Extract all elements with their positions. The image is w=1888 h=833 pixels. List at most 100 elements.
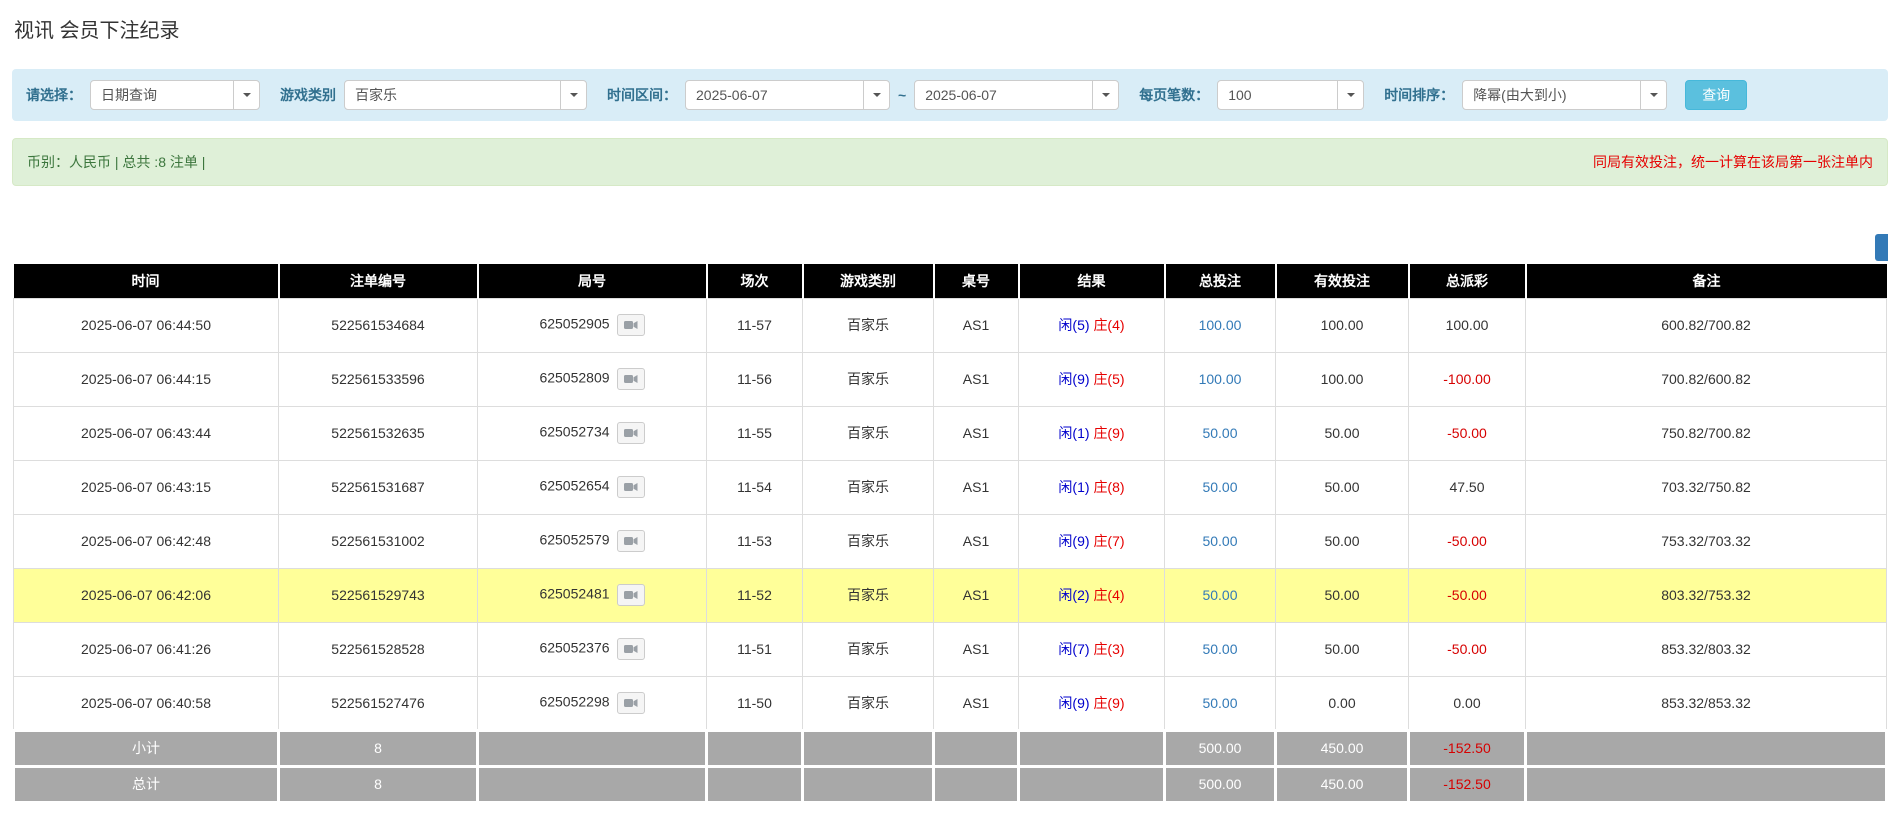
- cell-game-type: 百家乐: [803, 406, 934, 460]
- result-banker: 庄(9): [1093, 425, 1124, 441]
- round-no-text: 625052579: [539, 532, 609, 548]
- bet-records-table: 时间 注单编号 局号 场次 游戏类别 桌号 结果 总投注 有效投注 总派彩 备注…: [12, 264, 1888, 804]
- header-payout: 总派彩: [1409, 264, 1526, 298]
- cell-valid-bet: 50.00: [1276, 568, 1409, 622]
- total-bet-link[interactable]: 50.00: [1202, 695, 1237, 711]
- search-button[interactable]: 查询: [1685, 80, 1747, 110]
- video-replay-button[interactable]: [617, 530, 645, 552]
- footer-empty-cell: [1019, 766, 1165, 802]
- cell-remark: 700.82/600.82: [1526, 352, 1887, 406]
- video-replay-button[interactable]: [617, 638, 645, 660]
- video-replay-button[interactable]: [617, 692, 645, 714]
- round-no-text: 625052376: [539, 640, 609, 656]
- cell-round-no: 625052579: [478, 514, 707, 568]
- cell-payout: 47.50: [1409, 460, 1526, 514]
- game-type-label: 游戏类别: [280, 85, 336, 105]
- cell-session: 11-51: [707, 622, 803, 676]
- cell-payout: 0.00: [1409, 676, 1526, 730]
- cell-table-no: AS1: [934, 460, 1019, 514]
- footer-empty-cell: [934, 766, 1019, 802]
- video-icon: [624, 428, 638, 438]
- time-range-label: 时间区间：: [607, 85, 677, 105]
- cell-game-type: 百家乐: [803, 514, 934, 568]
- video-replay-button[interactable]: [617, 368, 645, 390]
- chevron-down-icon[interactable]: [863, 81, 889, 109]
- chevron-down-icon[interactable]: [1337, 81, 1363, 109]
- cell-time: 2025-06-07 06:40:58: [14, 676, 279, 730]
- result-banker: 庄(7): [1093, 533, 1124, 549]
- cell-time: 2025-06-07 06:43:44: [14, 406, 279, 460]
- cell-round-no: 625052654: [478, 460, 707, 514]
- total-bet-link[interactable]: 50.00: [1202, 479, 1237, 495]
- chevron-down-icon[interactable]: [560, 81, 586, 109]
- clipped-action-button[interactable]: [1875, 234, 1888, 261]
- cell-total-bet: 50.00: [1165, 514, 1276, 568]
- cell-total-bet: 50.00: [1165, 460, 1276, 514]
- cell-remark: 853.32/803.32: [1526, 622, 1887, 676]
- cell-remark: 803.32/753.32: [1526, 568, 1887, 622]
- cell-result: 闲(9) 庄(7): [1019, 514, 1165, 568]
- cell-valid-bet: 50.00: [1276, 514, 1409, 568]
- video-replay-button[interactable]: [617, 584, 645, 606]
- cell-game-type: 百家乐: [803, 352, 934, 406]
- result-player: 闲(9): [1058, 371, 1089, 387]
- cell-time: 2025-06-07 06:42:06: [14, 568, 279, 622]
- header-total-bet: 总投注: [1165, 264, 1276, 298]
- result-banker: 庄(4): [1093, 317, 1124, 333]
- cell-time: 2025-06-07 06:42:48: [14, 514, 279, 568]
- cell-round-no: 625052298: [478, 676, 707, 730]
- footer-payout: -152.50: [1409, 766, 1526, 802]
- total-bet-link[interactable]: 50.00: [1202, 425, 1237, 441]
- round-no-text: 625052905: [539, 316, 609, 332]
- cell-remark: 853.32/853.32: [1526, 676, 1887, 730]
- cell-result: 闲(9) 庄(5): [1019, 352, 1165, 406]
- total-bet-link[interactable]: 50.00: [1202, 533, 1237, 549]
- table-foot: 小计8500.00450.00-152.50总计8500.00450.00-15…: [14, 730, 1887, 802]
- sort-order-dropdown[interactable]: 降幂(由大到小): [1462, 80, 1667, 110]
- table-row: 2025-06-07 06:42:48522561531002625052579…: [14, 514, 1887, 568]
- cell-bet-no: 522561528528: [279, 622, 478, 676]
- cell-remark: 600.82/700.82: [1526, 298, 1887, 352]
- footer-empty-cell: [803, 730, 934, 766]
- footer-label: 总计: [14, 766, 279, 802]
- cell-time: 2025-06-07 06:43:15: [14, 460, 279, 514]
- cell-session: 11-52: [707, 568, 803, 622]
- cell-table-no: AS1: [934, 514, 1019, 568]
- total-bet-link[interactable]: 50.00: [1202, 587, 1237, 603]
- total-bet-link[interactable]: 50.00: [1202, 641, 1237, 657]
- footer-valid-bet: 450.00: [1276, 730, 1409, 766]
- cell-round-no: 625052809: [478, 352, 707, 406]
- date-from-picker[interactable]: 2025-06-07: [685, 80, 890, 110]
- video-replay-button[interactable]: [617, 314, 645, 336]
- footer-total-bet: 500.00: [1165, 766, 1276, 802]
- footer-empty-cell: [803, 766, 934, 802]
- total-bet-link[interactable]: 100.00: [1199, 317, 1242, 333]
- per-page-dropdown[interactable]: 100: [1217, 80, 1364, 110]
- footer-count: 8: [279, 730, 478, 766]
- cell-valid-bet: 0.00: [1276, 676, 1409, 730]
- chevron-down-icon[interactable]: [1640, 81, 1666, 109]
- total-bet-link[interactable]: 100.00: [1199, 371, 1242, 387]
- video-replay-button[interactable]: [617, 422, 645, 444]
- cell-bet-no: 522561532635: [279, 406, 478, 460]
- date-to-picker[interactable]: 2025-06-07: [914, 80, 1119, 110]
- result-player: 闲(7): [1058, 641, 1089, 657]
- cell-bet-no: 522561531687: [279, 460, 478, 514]
- game-type-dropdown[interactable]: 百家乐: [344, 80, 587, 110]
- cell-valid-bet: 100.00: [1276, 352, 1409, 406]
- query-type-dropdown[interactable]: 日期查询: [90, 80, 260, 110]
- cell-total-bet: 50.00: [1165, 406, 1276, 460]
- round-no-text: 625052734: [539, 424, 609, 440]
- table-body: 2025-06-07 06:44:50522561534684625052905…: [14, 298, 1887, 730]
- table-row: 2025-06-07 06:41:26522561528528625052376…: [14, 622, 1887, 676]
- chevron-down-icon[interactable]: [233, 81, 259, 109]
- cell-round-no: 625052376: [478, 622, 707, 676]
- cell-payout: -50.00: [1409, 622, 1526, 676]
- cell-payout: -100.00: [1409, 352, 1526, 406]
- video-icon: [624, 482, 638, 492]
- video-replay-button[interactable]: [617, 476, 645, 498]
- cell-bet-no: 522561534684: [279, 298, 478, 352]
- cell-round-no: 625052734: [478, 406, 707, 460]
- chevron-down-icon[interactable]: [1092, 81, 1118, 109]
- cell-total-bet: 50.00: [1165, 622, 1276, 676]
